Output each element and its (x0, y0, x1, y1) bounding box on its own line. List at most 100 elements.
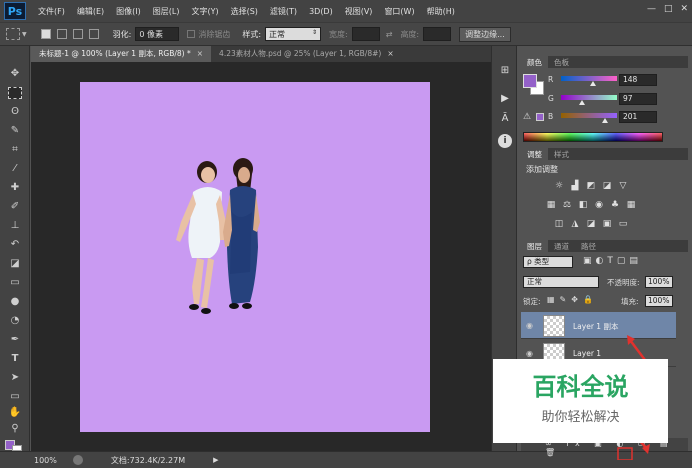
close-tab-icon[interactable]: × (387, 49, 393, 58)
menu-image[interactable]: 图像(I) (116, 6, 141, 17)
g-value-input[interactable]: 97 (619, 93, 657, 105)
hand-tool-icon[interactable]: ✋ (8, 407, 22, 419)
invert-icon[interactable]: ◫ (553, 219, 565, 229)
levels-icon[interactable]: ▟ (569, 181, 581, 191)
menu-edit[interactable]: 编辑(E) (77, 6, 104, 17)
style-select[interactable]: 正常 ⇕ (265, 27, 322, 41)
antialias-checkbox[interactable]: 消除锯齿 (187, 29, 230, 40)
exposure-icon[interactable]: ◪ (601, 181, 613, 191)
tab-swatches[interactable]: 色板 (548, 56, 575, 68)
add-selection-icon[interactable] (56, 29, 67, 39)
r-value-input[interactable]: 148 (619, 74, 657, 86)
selective-color-icon[interactable]: ▣ (601, 219, 613, 229)
path-selection-tool-icon[interactable]: ➤ (8, 372, 22, 384)
curves-icon[interactable]: ◩ (585, 181, 597, 191)
color-spectrum-bar[interactable] (523, 132, 663, 142)
lock-icons[interactable]: ▦✎✥🔒 (547, 295, 598, 304)
tab-layers[interactable]: 图层 (521, 240, 548, 252)
document-canvas[interactable] (80, 82, 430, 432)
menu-window[interactable]: 窗口(W) (384, 6, 414, 17)
history-panel-icon[interactable]: ⊞ (498, 64, 512, 78)
r-slider[interactable] (561, 76, 617, 81)
tab-4-23-psd[interactable]: 4.23素材人物.psd @ 25% (Layer 1, RGB/8#) × (211, 46, 402, 62)
spot-healing-tool-icon[interactable]: ✚ (8, 182, 22, 194)
r-slider-knob[interactable] (590, 81, 597, 86)
menu-file[interactable]: 文件(F) (38, 6, 65, 17)
color-balance-icon[interactable]: ⚖ (561, 200, 573, 210)
character-panel-icon[interactable]: Ā (498, 112, 512, 126)
crop-tool-icon[interactable]: ⌗ (8, 144, 22, 156)
feather-input[interactable]: 0 像素 (135, 27, 180, 41)
menu-select[interactable]: 选择(S) (231, 6, 258, 17)
zoom-level[interactable]: 100% (34, 456, 57, 465)
g-slider[interactable] (561, 95, 617, 100)
vibrance-icon[interactable]: ▽ (617, 181, 629, 191)
brush-tool-icon[interactable]: ✐ (8, 201, 22, 213)
height-input[interactable] (423, 27, 452, 41)
black-white-icon[interactable]: ◧ (577, 200, 589, 210)
blend-mode-select[interactable]: 正常 (523, 276, 599, 288)
color-lookup-icon[interactable]: ▦ (625, 200, 637, 210)
pen-tool-icon[interactable]: ✒ (8, 334, 22, 346)
actions-panel-icon[interactable]: ▶ (498, 92, 512, 106)
photo-filter-icon[interactable]: ◉ (593, 200, 605, 210)
gamut-warning-icon[interactable]: ⚠ (523, 112, 531, 122)
tab-untitled-1[interactable]: 未标题-1 @ 100% (Layer 1 副本, RGB/8) * × (31, 46, 212, 62)
opacity-input[interactable]: 100% (645, 276, 673, 288)
menu-layer[interactable]: 图层(L) (153, 6, 180, 17)
tab-color[interactable]: 颜色 (521, 56, 548, 68)
tab-styles[interactable]: 样式 (548, 148, 575, 160)
blur-tool-icon[interactable]: ● (8, 296, 22, 308)
eyedropper-tool-icon[interactable]: ⁄ (8, 163, 22, 175)
g-slider-knob[interactable] (579, 100, 586, 105)
share-icon[interactable] (72, 455, 83, 465)
close-tab-icon[interactable]: × (197, 49, 203, 58)
menu-help[interactable]: 帮助(H) (427, 6, 455, 17)
intersect-selection-icon[interactable] (88, 29, 99, 39)
b-slider[interactable] (561, 113, 617, 118)
channel-mixer-icon[interactable]: ♣ (609, 200, 621, 210)
chevron-down-icon[interactable]: ▼ (22, 31, 27, 38)
menu-filter[interactable]: 滤镜(T) (270, 6, 297, 17)
b-value-input[interactable]: 201 (619, 111, 657, 123)
threshold-icon[interactable]: ◪ (585, 219, 597, 229)
clone-stamp-tool-icon[interactable]: ⊥ (8, 220, 22, 232)
posterize-icon[interactable]: ◮ (569, 219, 581, 229)
quick-selection-tool-icon[interactable]: ✎ (8, 125, 22, 137)
info-icon[interactable]: i (498, 134, 512, 148)
tab-paths[interactable]: 路径 (575, 240, 602, 252)
status-menu-arrow-icon[interactable]: ▶ (213, 456, 218, 464)
eye-icon[interactable]: ◉ (526, 349, 533, 358)
rectangular-marquee-tool-icon[interactable] (8, 87, 22, 99)
brightness-contrast-icon[interactable]: ☼ (553, 181, 565, 191)
zoom-tool-icon[interactable]: ⚲ (8, 423, 22, 435)
hue-saturation-icon[interactable]: ▦ (545, 200, 557, 210)
subtract-selection-icon[interactable] (72, 29, 83, 39)
menu-3d[interactable]: 3D(D) (309, 7, 333, 16)
layer-filter-select[interactable]: ρ 类型 (523, 256, 573, 268)
fill-input[interactable]: 100% (645, 295, 673, 307)
gradient-tool-icon[interactable]: ▭ (8, 277, 22, 289)
marquee-tool-preset-icon[interactable] (6, 28, 20, 40)
b-slider-knob[interactable] (602, 118, 609, 123)
menu-view[interactable]: 视图(V) (345, 6, 373, 17)
rectangle-tool-icon[interactable]: ▭ (8, 391, 22, 403)
width-input[interactable] (351, 27, 380, 41)
tab-adjustments[interactable]: 调整 (521, 148, 548, 160)
history-brush-tool-icon[interactable]: ↶ (8, 239, 22, 251)
new-selection-icon[interactable] (40, 29, 51, 39)
lasso-tool-icon[interactable]: ʘ (8, 106, 22, 118)
maximize-button[interactable]: □ (664, 4, 673, 14)
eraser-tool-icon[interactable]: ◪ (8, 258, 22, 270)
close-button[interactable]: ✕ (680, 4, 688, 14)
menu-type[interactable]: 文字(Y) (191, 6, 218, 17)
gamut-color-chip[interactable] (536, 113, 544, 121)
type-tool-icon[interactable]: T (8, 353, 22, 365)
move-tool-icon[interactable]: ✥ (8, 68, 22, 80)
layer-filter-icons[interactable]: ▣◐T▢▤ (583, 256, 642, 266)
swap-icon[interactable]: ⇄ (386, 30, 393, 39)
refine-edge-button[interactable]: 调整边缘... (459, 26, 511, 42)
gradient-map-icon[interactable]: ▭ (617, 219, 629, 229)
minimize-button[interactable]: — (647, 4, 656, 14)
eye-icon[interactable]: ◉ (526, 321, 533, 330)
